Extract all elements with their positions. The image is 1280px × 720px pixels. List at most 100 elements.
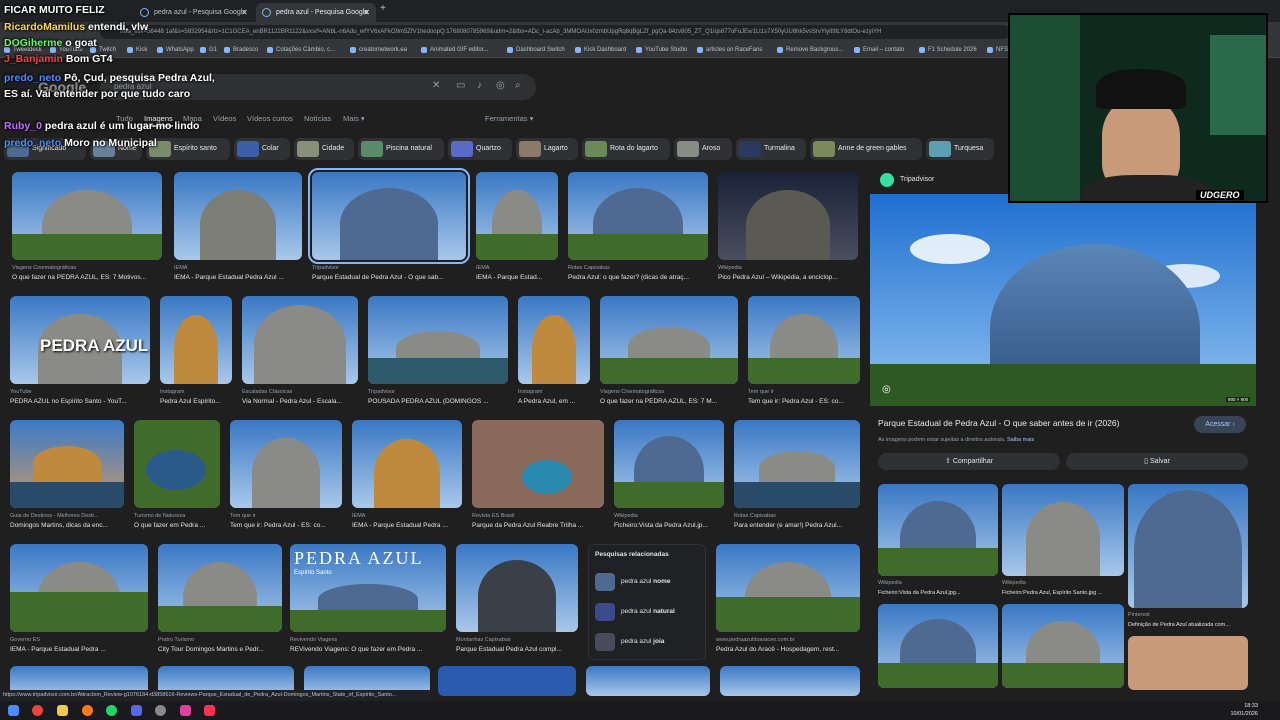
chrome-icon[interactable] <box>32 705 43 716</box>
system-clock[interactable]: 18:33 10/01/2026 <box>1230 702 1258 718</box>
bookmark-item[interactable]: G1 <box>200 45 217 55</box>
chip[interactable]: Quartzo <box>448 138 512 160</box>
nav-videos[interactable]: Vídeos <box>213 114 236 123</box>
related-item[interactable]: pedra azul nome <box>595 571 701 593</box>
image-result[interactable] <box>12 172 162 260</box>
image-result[interactable] <box>230 420 342 508</box>
bookmark-item[interactable]: YouTube Studio <box>636 45 687 55</box>
discord-icon[interactable] <box>131 705 142 716</box>
image-result[interactable] <box>456 544 578 632</box>
result-title[interactable]: REVivendo Viagens: O que fazer em Pedra … <box>290 646 446 653</box>
app-icon[interactable] <box>204 705 215 716</box>
chip[interactable]: Aroso <box>674 138 732 160</box>
share-button[interactable]: ⇪ Compartilhar <box>878 453 1060 470</box>
tab-pesquisa-1[interactable]: pedra azul - Pesquisa Google ✕ <box>134 3 254 22</box>
image-result[interactable] <box>242 296 358 384</box>
panel-related-image[interactable] <box>1002 484 1124 576</box>
whatsapp-icon[interactable] <box>106 705 117 716</box>
result-title[interactable]: Domingos Martins, dicas da enc... <box>10 522 124 529</box>
bookmark-item[interactable]: articles on RaceFans <box>697 45 762 55</box>
chip[interactable]: Turquesa <box>926 138 994 160</box>
bookmark-item[interactable]: Cotações Câmbio, c... <box>267 45 335 55</box>
bookmark-item[interactable]: Dashboard Switch <box>507 45 565 55</box>
result-title[interactable]: Tem que ir: Pedra Azul - ES: co... <box>748 398 860 405</box>
related-item[interactable]: pedra azul joia <box>595 631 701 653</box>
search-icon[interactable]: ⌕ <box>515 80 521 91</box>
nav-mais[interactable]: Mais ▾ <box>343 114 365 123</box>
app-icon[interactable] <box>82 705 93 716</box>
image-result[interactable] <box>600 296 738 384</box>
bookmark-item[interactable]: creatornetwork.ea <box>350 45 407 55</box>
lens-icon[interactable]: ◎ <box>882 384 891 395</box>
image-result[interactable]: PEDRA AZUL Espírito Santo <box>290 544 446 632</box>
image-result[interactable] <box>586 666 710 696</box>
chip[interactable]: Piscina natural <box>358 138 444 160</box>
result-title[interactable]: Pico Pedra Azul – Wikipédia, a enciclop.… <box>718 274 858 281</box>
panel-related-image[interactable] <box>878 604 998 688</box>
result-title[interactable]: IEMA - Parque Estadual Pedra Azul ... <box>174 274 302 281</box>
lens-icon[interactable]: ◎ <box>496 80 505 91</box>
image-result[interactable] <box>352 420 462 508</box>
result-title[interactable]: Ficheiro:Vista da Pedra Azul.jpg... <box>878 590 998 596</box>
result-title[interactable]: Parque da Pedra Azul Reabre Trilha ... <box>472 522 604 529</box>
image-result[interactable] <box>10 544 148 632</box>
chip[interactable]: Turmalina <box>736 138 806 160</box>
image-result[interactable] <box>568 172 708 260</box>
panel-related-image[interactable] <box>1002 604 1124 688</box>
new-tab-button[interactable]: + <box>380 3 386 14</box>
bookmark-item[interactable]: NFS <box>987 45 1008 55</box>
visit-button[interactable]: Acessar › <box>1194 416 1246 433</box>
bookmark-item[interactable]: Kick <box>127 45 147 55</box>
image-result[interactable] <box>158 544 282 632</box>
nav-ferramentas[interactable]: Ferramentas ▾ <box>485 114 533 123</box>
image-result[interactable] <box>438 666 576 696</box>
result-title[interactable]: Para entender (e amar!) Pedra Azul... <box>734 522 860 529</box>
image-result[interactable] <box>748 296 860 384</box>
result-title[interactable]: Pedra Azul Espírito... <box>160 398 232 405</box>
result-title[interactable]: Ficheiro:Pedra Azul, Espírito Santo.jpg … <box>1002 590 1124 596</box>
image-result[interactable] <box>472 420 604 508</box>
bookmark-item[interactable]: Kick Dashboard <box>575 45 626 55</box>
result-title[interactable]: IEMA - Parque Estadual Pedra ... <box>10 646 148 653</box>
app-icon[interactable] <box>155 705 166 716</box>
result-title[interactable]: Parque Estadual de Pedra Azul - O que sa… <box>312 274 466 281</box>
bookmark-item[interactable]: Remove Backgrous... <box>777 45 843 55</box>
chip[interactable]: Cidade <box>294 138 354 160</box>
result-title[interactable]: Pedra Azul do Aracê - Hospedagem, rest..… <box>716 646 860 653</box>
chip[interactable]: Anne de green gables <box>810 138 922 160</box>
close-icon[interactable]: ✕ <box>241 3 248 22</box>
image-result[interactable] <box>716 544 860 632</box>
clear-icon[interactable]: ✕ <box>432 80 440 91</box>
result-title[interactable]: Parque Estadual Pedra Azul compl... <box>456 646 578 653</box>
result-title[interactable]: O que fazer na PEDRA AZUL, ES: 7 M... <box>600 398 738 405</box>
result-title[interactable]: IEMA - Parque Estadual Pedra ... <box>352 522 462 529</box>
image-result[interactable] <box>734 420 860 508</box>
result-title[interactable]: Definição de Pedra Azul atualizada com..… <box>1128 622 1248 628</box>
image-result[interactable] <box>718 172 858 260</box>
bookmark-item[interactable]: Bradesco <box>224 45 258 55</box>
panel-main-image[interactable]: ◎ 900 × 900 <box>870 194 1256 406</box>
panel-title[interactable]: Parque Estadual de Pedra Azul - O que sa… <box>878 418 1119 428</box>
result-title[interactable]: A Pedra Azul, em ... <box>518 398 590 405</box>
image-result[interactable] <box>160 296 232 384</box>
result-title[interactable]: City Tour Domingos Martins e Pedr... <box>158 646 282 653</box>
image-result[interactable] <box>518 296 590 384</box>
result-title[interactable]: O que fazer na PEDRA AZUL, ES: 7 Motivos… <box>12 274 162 281</box>
bookmark-item[interactable]: Animated GIF editor... <box>421 45 488 55</box>
app-icon[interactable] <box>180 705 191 716</box>
close-icon[interactable]: ✕ <box>363 3 370 22</box>
start-icon[interactable] <box>8 705 19 716</box>
image-result[interactable] <box>174 172 302 260</box>
panel-related-image[interactable] <box>1128 636 1248 690</box>
nav-noticias[interactable]: Notícias <box>304 114 331 123</box>
result-title[interactable]: POUSADA PEDRA AZUL (DOMINGOS ... <box>368 398 508 405</box>
result-title[interactable]: PEDRA AZUL no Espírito Santo - YouT... <box>10 398 150 405</box>
panel-related-image[interactable] <box>878 484 998 576</box>
image-result[interactable] <box>368 296 508 384</box>
panel-source[interactable]: Tripadvisor <box>880 173 934 187</box>
panel-related-image[interactable] <box>1128 484 1248 608</box>
chip[interactable]: Colar <box>234 138 290 160</box>
result-title[interactable]: Ficheiro:Vista da Pedra Azul.jp... <box>614 522 724 529</box>
chip[interactable]: Rota do lagarto <box>582 138 670 160</box>
keyboard-icon[interactable]: ▭ <box>456 80 465 91</box>
